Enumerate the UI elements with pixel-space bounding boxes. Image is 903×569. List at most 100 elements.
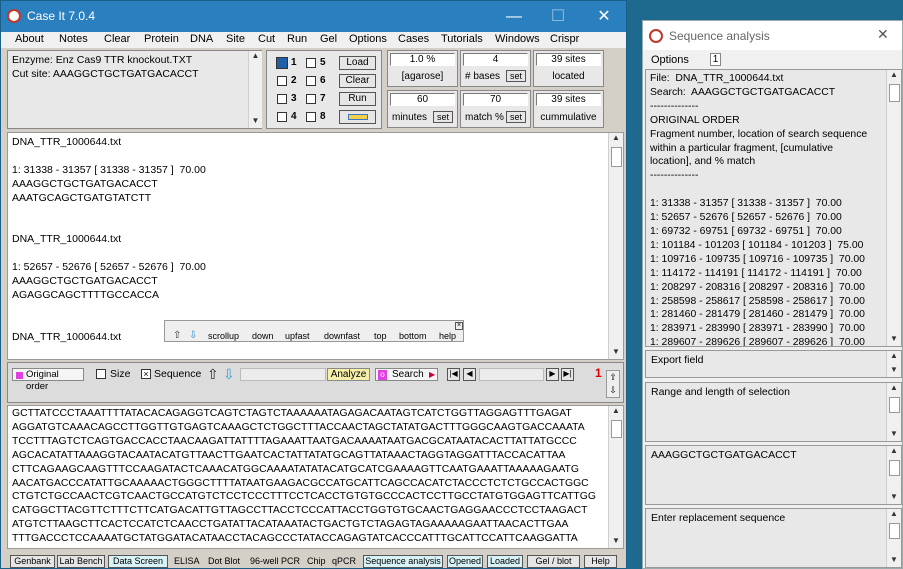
maximize-icon[interactable]: ☐ [536, 1, 580, 32]
info-scrollbar[interactable]: ▲ ▼ [248, 51, 262, 128]
next-page-icon[interactable]: ▶ [546, 368, 559, 381]
up-arrow-icon[interactable]: ⇧ [207, 366, 219, 383]
popup-up-arrow-icon[interactable]: ⇧ [173, 330, 181, 341]
last-page-icon[interactable]: ▶| [561, 368, 574, 381]
export-field-box[interactable]: Export field ▲ ▼ [645, 350, 902, 378]
menu-clear[interactable]: Clear [104, 33, 130, 45]
match-set-button[interactable]: set [506, 111, 526, 123]
replacement-box[interactable]: Enter replacement sequence ▲ ▼ [645, 508, 902, 568]
prev-page-icon[interactable]: ◀ [463, 368, 476, 381]
original-order-button[interactable]: Original order [12, 368, 84, 392]
gel-image-button[interactable] [339, 110, 376, 124]
page-slider[interactable] [479, 368, 544, 381]
tab-sequence-analysis[interactable]: Sequence analysis [363, 555, 443, 568]
match-label: match % [465, 112, 504, 123]
range-box[interactable]: Range and length of selection ▲ ▼ [645, 382, 902, 442]
popup-upfast[interactable]: upfast [285, 331, 310, 341]
run-button[interactable]: Run [339, 92, 376, 106]
menu-gel[interactable]: Gel [320, 33, 337, 45]
tab-dot-blot[interactable]: Dot Blot [208, 556, 240, 566]
menu-crispr[interactable]: Crispr [550, 33, 579, 45]
popup-top[interactable]: top [374, 331, 387, 341]
tab-chip[interactable]: Chip [307, 556, 326, 566]
match-value-input[interactable]: 70 [463, 93, 528, 106]
agarose-label: [agarose] [401, 71, 444, 82]
menu-cases[interactable]: Cases [398, 33, 429, 45]
export-scrollbar[interactable]: ▲ ▼ [886, 351, 901, 377]
bases-set-button[interactable]: set [506, 70, 526, 82]
tab-data-screen[interactable]: Data Screen [108, 555, 168, 568]
menu-about[interactable]: About [15, 33, 44, 45]
minimize-icon[interactable]: — [492, 1, 536, 32]
minutes-value[interactable]: 60 [390, 93, 455, 106]
tab-help[interactable]: Help [584, 555, 617, 568]
popup-help[interactable]: help [439, 331, 456, 341]
lane-checkbox-3[interactable] [277, 94, 287, 104]
sequence-panel[interactable]: GCTTATCCCTAAATTTTATACACAGAGGTCAGTCTAGTCT… [7, 405, 624, 549]
close-icon[interactable]: ✕ [582, 1, 626, 32]
popup-close-icon[interactable]: × [455, 322, 463, 330]
tab-elisa[interactable]: ELISA [174, 556, 200, 566]
main-window: Case It 7.0.4 — ☐ ✕ About Notes Clear Pr… [0, 0, 627, 569]
analysis-results-text: File: DNA_TTR_1000644.txt Search: AAAGGC… [650, 73, 868, 347]
analyze-button[interactable]: Analyze [327, 368, 370, 381]
menu-cut[interactable]: Cut [258, 33, 275, 45]
load-button[interactable]: Load [339, 56, 376, 70]
seq-close-icon[interactable]: ✕ [877, 26, 889, 43]
toolbar-field[interactable] [240, 368, 326, 381]
lane-checkbox-2[interactable] [277, 76, 287, 86]
menu-protein[interactable]: Protein [144, 33, 179, 45]
popup-downfast[interactable]: downfast [324, 331, 360, 341]
menu-run[interactable]: Run [287, 33, 307, 45]
menu-site[interactable]: Site [226, 33, 245, 45]
lane-checkbox-4[interactable] [277, 112, 287, 122]
tab-opened[interactable]: Opened [447, 555, 483, 568]
lane-checkbox-8[interactable] [306, 112, 316, 122]
menu-dna[interactable]: DNA [190, 33, 213, 45]
menu-options[interactable]: Options [349, 33, 387, 45]
tab-loaded[interactable]: Loaded [487, 555, 523, 568]
tab-genbank[interactable]: Genbank [10, 555, 55, 568]
lane-checkbox-6[interactable] [306, 76, 316, 86]
menu-tutorials[interactable]: Tutorials [441, 33, 483, 45]
sequence-scrollbar[interactable]: ▲ ▼ [608, 406, 623, 548]
lane-checkbox-1[interactable] [276, 57, 288, 69]
popup-scrollup[interactable]: scrollup [208, 331, 239, 341]
size-checkbox[interactable] [96, 369, 106, 379]
located-label: located [552, 71, 585, 82]
popup-bottom[interactable]: bottom [399, 331, 427, 341]
sequence-analysis-window: Sequence analysis ✕ Options 1 File: DNA_… [642, 20, 903, 569]
analysis-scrollbar[interactable]: ▲ ▼ [886, 70, 901, 346]
tab-gel-blot[interactable]: Gel / blot [527, 555, 580, 568]
menu-bar: About Notes Clear Protein DNA Site Cut R… [1, 32, 626, 48]
replacement-scrollbar[interactable]: ▲ ▼ [886, 509, 901, 567]
search-seq-box[interactable]: AAAGGCTGCTGATGACACCT ▲ ▼ [645, 445, 902, 505]
clear-button[interactable]: Clear [339, 74, 376, 88]
range-scrollbar[interactable]: ▲ ▼ [886, 383, 901, 441]
bases-label: # bases [465, 71, 501, 82]
first-page-icon[interactable]: |◀ [447, 368, 460, 381]
sequence-checkbox[interactable]: × [141, 369, 151, 379]
bases-value[interactable]: 4 [463, 53, 528, 66]
tab-qpcr[interactable]: qPCR [332, 556, 356, 566]
options-label[interactable]: Options [651, 54, 689, 66]
lane-checkbox-5[interactable] [306, 58, 316, 68]
menu-windows[interactable]: Windows [495, 33, 540, 45]
popup-down[interactable]: down [252, 331, 274, 341]
search-button[interactable]: o Search ▶ [375, 368, 438, 381]
options-value[interactable]: 1 [710, 53, 721, 66]
page-spinner[interactable]: ⇧ ⇩ [606, 370, 620, 398]
minutes-set-button[interactable]: set [433, 111, 453, 123]
analysis-results-box[interactable]: File: DNA_TTR_1000644.txt Search: AAAGGC… [645, 69, 902, 347]
search-seq-scrollbar[interactable]: ▲ ▼ [886, 446, 901, 504]
lane-checkbox-7[interactable] [306, 94, 316, 104]
popup-down-arrow-icon[interactable]: ⇩ [189, 330, 197, 341]
seq-app-icon [649, 29, 663, 43]
results-panel[interactable]: DNA_TTR_1000644.txt 1: 31338 - 31357 [ 3… [7, 132, 624, 360]
tab-96-well-pcr[interactable]: 96-well PCR [250, 556, 300, 566]
down-arrow-icon[interactable]: ⇩ [223, 366, 235, 383]
tab-lab-bench[interactable]: Lab Bench [57, 555, 105, 568]
agarose-value[interactable]: 1.0 % [390, 53, 455, 66]
menu-notes[interactable]: Notes [59, 33, 88, 45]
results-scrollbar[interactable]: ▲ ▼ [608, 133, 623, 359]
